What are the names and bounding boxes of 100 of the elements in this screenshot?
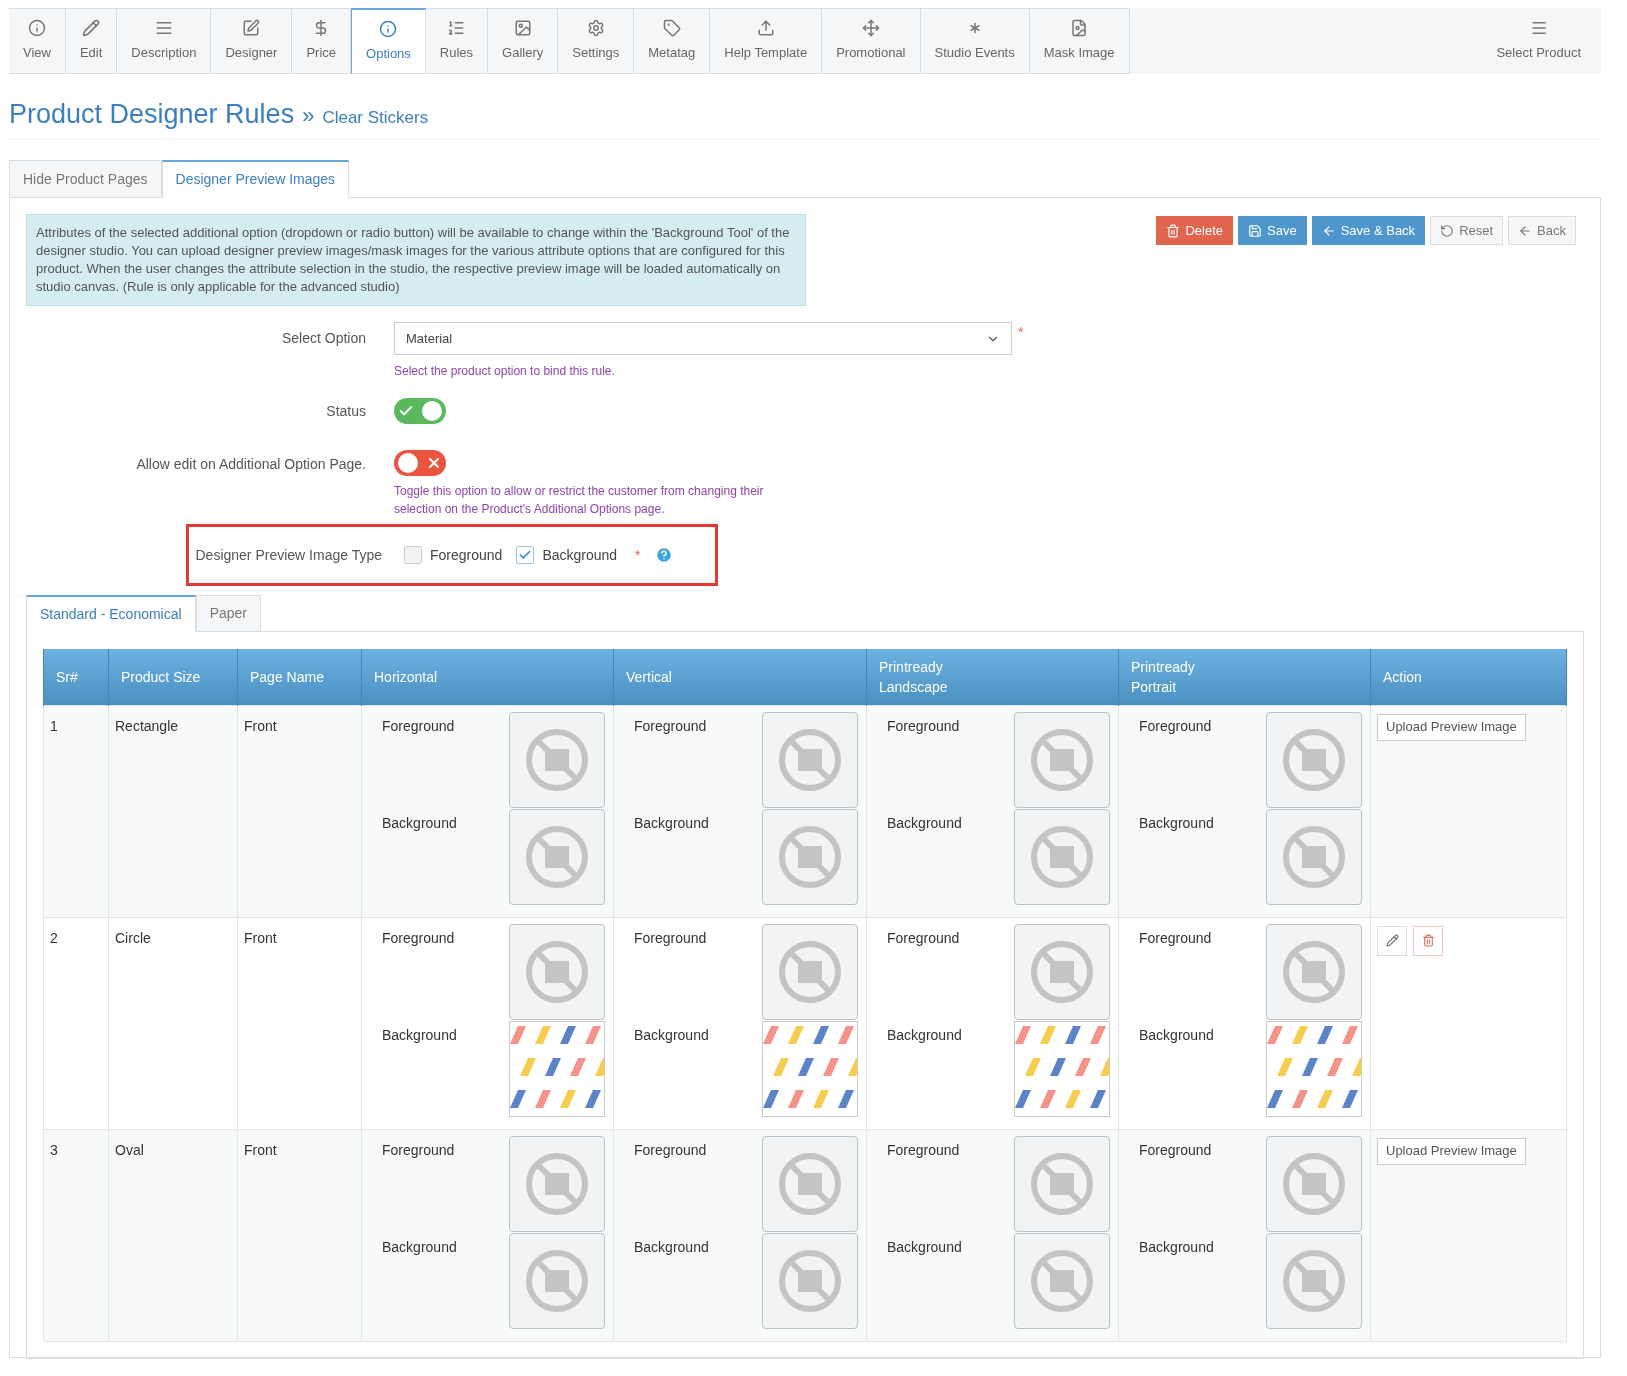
- nav-tab[interactable]: View: [9, 8, 66, 74]
- action-button[interactable]: Reset: [1430, 216, 1504, 245]
- nav-tab[interactable]: Settings: [558, 8, 635, 74]
- info-icon: [379, 19, 398, 38]
- option-tab[interactable]: Paper: [195, 595, 261, 632]
- nav-tab[interactable]: Options: [351, 8, 426, 74]
- sub-tab[interactable]: Hide Product Pages: [9, 160, 162, 198]
- nav-tab[interactable]: Description: [117, 8, 212, 74]
- table-cell: Oval: [108, 1129, 238, 1341]
- checkbox[interactable]: [516, 546, 535, 564]
- nav-tab[interactable]: Price: [292, 8, 352, 74]
- breadcrumb-link[interactable]: Clear Stickers: [322, 105, 429, 131]
- action-button[interactable]: Delete: [1156, 216, 1234, 245]
- table-cell: Front: [237, 705, 362, 917]
- column-header: Product Size: [108, 649, 238, 705]
- image-label: Background: [1139, 813, 1215, 833]
- upload-icon: [756, 19, 775, 38]
- sub-tab[interactable]: Designer Preview Images: [161, 160, 350, 198]
- action-button[interactable]: Save: [1238, 216, 1307, 245]
- delete-button[interactable]: [1413, 925, 1443, 956]
- no-image-icon: [1281, 1247, 1347, 1314]
- table-cell: 3: [43, 1129, 109, 1341]
- trash-icon: [1421, 934, 1435, 947]
- table-cell: Front: [237, 1129, 362, 1341]
- required-mark: *: [1018, 323, 1024, 342]
- no-image-icon: [1029, 726, 1095, 793]
- image-label: Background: [1139, 1025, 1215, 1045]
- image-label: Foreground: [1139, 716, 1213, 736]
- column-header: Vertical: [613, 649, 867, 705]
- table-cell: 1: [43, 705, 109, 917]
- nav-tab[interactable]: Studio Events: [920, 8, 1030, 74]
- table-cell: Circle: [108, 917, 238, 1129]
- image-label: Foreground: [634, 716, 708, 736]
- help-icon[interactable]: [654, 546, 673, 564]
- toggle-switch[interactable]: [394, 450, 446, 476]
- field-label: Designer Preview Image Type: [194, 545, 383, 565]
- image-label: Foreground: [887, 1140, 961, 1160]
- upload-button[interactable]: Upload Preview Image: [1377, 713, 1526, 741]
- nav-tab[interactable]: Rules: [425, 8, 489, 74]
- check-icon: [518, 548, 533, 562]
- upload-button[interactable]: Upload Preview Image: [1377, 1137, 1526, 1165]
- no-image-icon: [777, 1150, 843, 1217]
- image-label: Background: [382, 1025, 458, 1045]
- image-label: Foreground: [1139, 1140, 1213, 1160]
- toggle-switch[interactable]: [394, 398, 446, 424]
- no-image-icon: [777, 726, 843, 793]
- move-icon: [861, 19, 880, 38]
- reset-icon: [1440, 223, 1455, 238]
- no-image-icon: [1281, 823, 1347, 890]
- info-message: Attributes of the selected additional option (dropdown or radio button) will be available to change within the 'Background Tool' of the designer studio. You can upload designer preview images/mask images for the various attribute options that are configured for this product. When the user changes the attribute selection in the studio, the respective preview image will be loaded automatically on studio canvas. (Rule is only applicable for the advanced studio): [26, 214, 806, 306]
- no-image-icon: [524, 726, 590, 793]
- column-header: Page Name: [237, 649, 362, 705]
- info-icon: [27, 19, 46, 38]
- no-image-icon: [524, 823, 590, 890]
- image-label: Foreground: [634, 1140, 708, 1160]
- nav-tab[interactable]: Help Template: [710, 8, 823, 74]
- image-label: Foreground: [887, 928, 961, 948]
- nav-tab[interactable]: Designer: [211, 8, 293, 74]
- no-image-icon: [777, 1247, 843, 1314]
- image-label: Background: [1139, 1237, 1215, 1257]
- required-mark: *: [635, 545, 641, 565]
- column-header: Sr#: [43, 649, 109, 705]
- no-image-icon: [1281, 726, 1347, 793]
- field-label: Select Option: [280, 329, 367, 348]
- nav-tab[interactable]: Promotional: [822, 8, 921, 74]
- no-image-icon: [524, 1150, 590, 1217]
- column-header: Printready Portrait: [1118, 649, 1371, 705]
- no-image-icon: [1029, 823, 1095, 890]
- numbered-list-icon: [447, 19, 466, 38]
- nav-tab[interactable]: Mask Image: [1029, 8, 1130, 74]
- close-icon: [426, 455, 442, 471]
- image-label: Foreground: [887, 716, 961, 736]
- image-icon: [513, 19, 532, 38]
- checkbox[interactable]: [404, 546, 422, 564]
- nav-tab[interactable]: Gallery: [488, 8, 559, 74]
- column-header: Horizontal: [361, 649, 614, 705]
- select-product-button[interactable]: Select Product: [1476, 8, 1601, 74]
- no-image-icon: [1029, 1150, 1095, 1217]
- action-button[interactable]: Back: [1508, 216, 1576, 245]
- nav-tab[interactable]: Metatag: [634, 8, 711, 74]
- field-label: Status: [325, 401, 367, 421]
- edit-button[interactable]: [1377, 925, 1407, 956]
- action-button[interactable]: Save & Back: [1311, 216, 1426, 245]
- image-label: Foreground: [634, 928, 708, 948]
- field-label: Allow edit on Additional Option Page.: [135, 455, 367, 474]
- table-cell: Rectangle: [108, 705, 238, 917]
- image-label: Foreground: [382, 1140, 456, 1160]
- save-icon: [1248, 223, 1263, 238]
- option-tab[interactable]: Standard - Economical: [26, 595, 196, 632]
- help-text: Select the product option to bind this rule.: [394, 363, 616, 380]
- no-image-icon: [1281, 1150, 1347, 1217]
- option-select[interactable]: Material: [394, 322, 1012, 355]
- nav-tab[interactable]: Edit: [65, 8, 118, 74]
- no-image-icon: [777, 938, 843, 1005]
- help-text: Toggle this option to allow or restrict the customer from changing their selection on the Product's Additional Options page.: [394, 483, 765, 518]
- table-cell: Front: [237, 917, 362, 1129]
- image-label: Background: [634, 813, 710, 833]
- column-header: Printready Landscape: [866, 649, 1119, 705]
- breadcrumb-separator: »: [302, 102, 315, 130]
- pencil-icon: [1385, 934, 1399, 947]
